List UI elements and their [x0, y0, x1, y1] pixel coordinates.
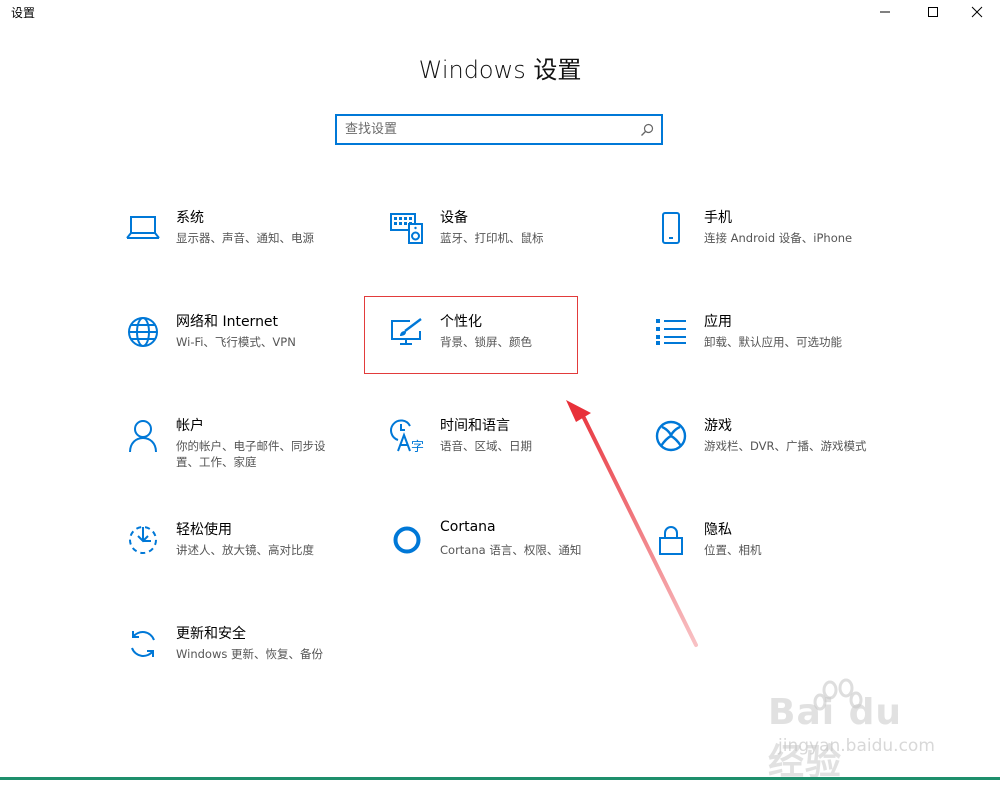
tile-desc: 卸载、默认应用、可选功能 [704, 335, 842, 349]
tile-title: 设备 [440, 210, 468, 226]
search-icon[interactable] [640, 123, 654, 137]
globe-icon [125, 314, 161, 350]
lock-icon [653, 522, 689, 558]
search-input[interactable] [345, 120, 625, 139]
close-button[interactable] [954, 0, 1000, 24]
tile-title: 更新和安全 [176, 626, 246, 642]
cortana-icon [389, 522, 425, 558]
tile-desc: Cortana 语言、权限、通知 [440, 543, 582, 557]
tile-ease-of-access[interactable]: 轻松使用 讲述人、放大镜、高对比度 [125, 522, 340, 594]
tile-desc: 蓝牙、打印机、鼠标 [440, 231, 544, 245]
tile-update-security[interactable]: 更新和安全 Windows 更新、恢复、备份 [125, 626, 340, 698]
maximize-icon [928, 7, 938, 17]
tile-system[interactable]: 系统 显示器、声音、通知、电源 [125, 210, 340, 282]
phone-icon [653, 210, 689, 246]
tile-cortana[interactable]: Cortana Cortana 语言、权限、通知 [389, 519, 604, 594]
minimize-icon [880, 11, 890, 13]
tile-desc: 讲述人、放大镜、高对比度 [176, 543, 314, 557]
tile-title: 应用 [704, 314, 732, 330]
watermark: Bai du 经验 jingyan.baidu.com [760, 672, 950, 783]
tile-desc: Wi-Fi、飞行模式、VPN [176, 335, 296, 349]
ease-of-access-icon [125, 522, 161, 558]
tile-title: 网络和 Internet [176, 314, 279, 330]
tile-desc: 游戏栏、DVR、广播、游戏模式 [704, 439, 867, 453]
person-icon [125, 418, 161, 454]
title-bar: 设置 [0, 0, 1000, 26]
tile-title: 系统 [176, 210, 204, 226]
tile-title: 隐私 [704, 522, 732, 538]
tile-gaming[interactable]: 游戏 游戏栏、DVR、广播、游戏模式 [653, 418, 868, 490]
tile-desc: Windows 更新、恢复、备份 [176, 647, 323, 661]
clock-language-icon: 字 [389, 418, 425, 454]
tile-desc: 显示器、声音、通知、电源 [176, 231, 314, 245]
tile-title: 手机 [704, 210, 732, 226]
tile-desc: 你的帐户、电子邮件、同步设置、工作、家庭 [176, 439, 326, 469]
tile-accounts[interactable]: 帐户 你的帐户、电子邮件、同步设置、工作、家庭 [125, 418, 340, 490]
tile-title: 帐户 [176, 418, 204, 434]
laptop-icon [125, 210, 161, 246]
watermark-url: jingyan.baidu.com [778, 736, 935, 756]
tile-desc: 连接 Android 设备、iPhone [704, 231, 853, 245]
window-title: 设置 [11, 6, 36, 20]
tile-time-language[interactable]: 字 时间和语言 语音、区域、日期 [389, 418, 604, 490]
maximize-button[interactable] [910, 0, 956, 24]
tile-title: 轻松使用 [176, 522, 232, 538]
minimize-button[interactable] [862, 0, 908, 24]
close-icon [971, 6, 983, 18]
tile-network[interactable]: 网络和 Internet Wi-Fi、飞行模式、VPN [125, 314, 340, 386]
apps-list-icon [653, 314, 689, 350]
sync-icon [125, 626, 161, 662]
tile-title: 时间和语言 [440, 418, 510, 434]
tile-title: Cortana [440, 519, 496, 535]
tile-privacy[interactable]: 隐私 位置、相机 [653, 522, 868, 594]
highlight-box [364, 296, 578, 374]
tile-phone[interactable]: 手机 连接 Android 设备、iPhone [653, 210, 868, 282]
search-box[interactable] [335, 114, 663, 145]
tile-apps[interactable]: 应用 卸载、默认应用、可选功能 [653, 314, 868, 386]
tile-devices[interactable]: 设备 蓝牙、打印机、鼠标 [389, 210, 604, 282]
tile-title: 游戏 [704, 418, 732, 434]
tile-desc: 位置、相机 [704, 543, 762, 557]
tile-desc: 语音、区域、日期 [440, 439, 532, 453]
page-title: Windows 设置 [418, 56, 582, 84]
svg-text:字: 字 [411, 440, 424, 453]
keyboard-speaker-icon [389, 210, 425, 246]
xbox-icon [653, 418, 689, 454]
